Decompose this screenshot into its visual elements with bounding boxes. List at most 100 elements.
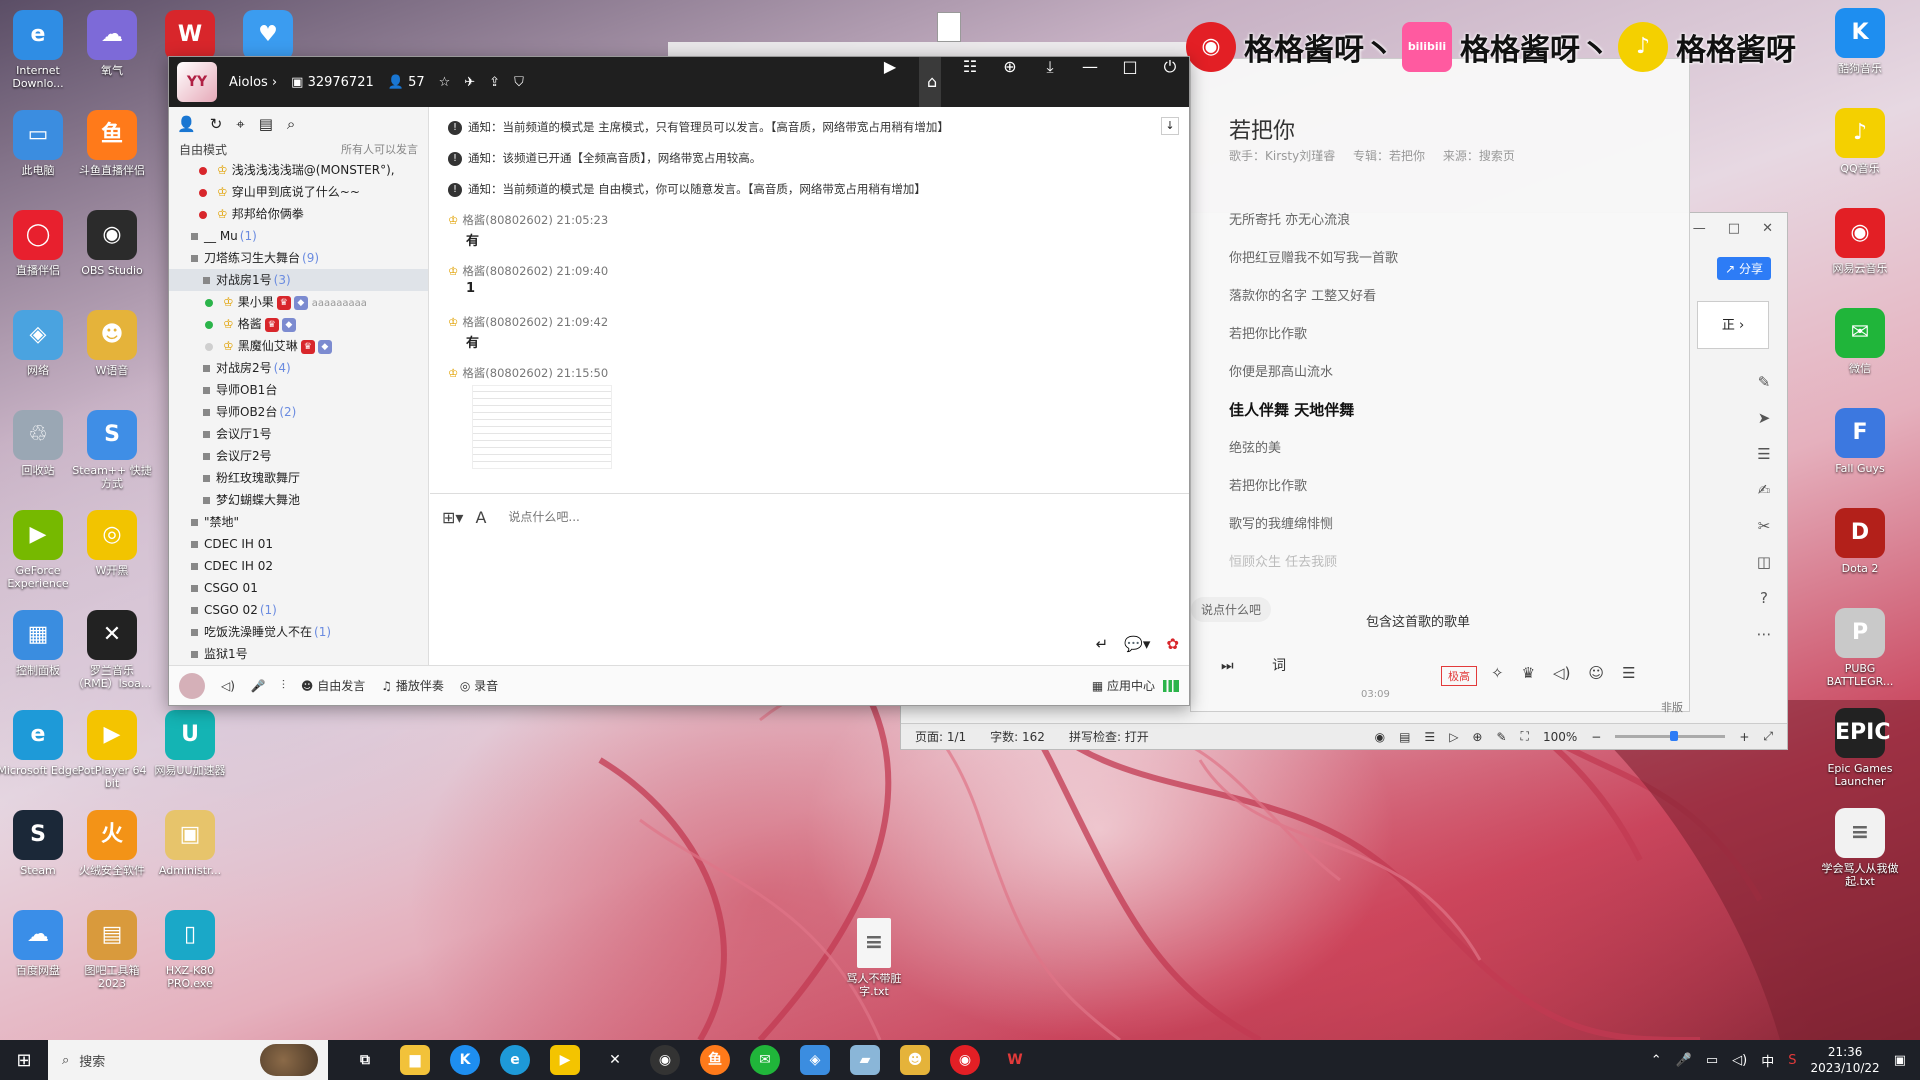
app-center-button[interactable]: ▦ 应用中心 <box>1092 677 1155 694</box>
message-sender[interactable]: 格酱(80802602) <box>462 315 553 329</box>
tree-channel[interactable]: CDEC IH 01 <box>169 533 428 555</box>
download-icon[interactable]: ⤓ <box>1039 57 1061 107</box>
zoom-in-icon[interactable]: + <box>1739 730 1749 744</box>
desktop-icon-pubg[interactable]: P PUBG BATTLEGR... <box>1818 608 1902 688</box>
lyric-button[interactable]: 词 <box>1272 658 1286 674</box>
desktop-icon-steam[interactable]: S Steam <box>0 810 80 877</box>
book-icon[interactable]: ◫ <box>1749 553 1779 571</box>
close-icon[interactable]: ✕ <box>1762 221 1773 236</box>
user-icon[interactable]: 👤 <box>177 115 196 133</box>
free-speak-button[interactable]: ☻ 自由发言 <box>301 677 365 694</box>
desktop-icon-fallguys[interactable]: F Fall Guys <box>1818 408 1902 475</box>
play-icon[interactable]: ▷ <box>1449 730 1458 744</box>
help-icon[interactable]: ? <box>1749 589 1779 607</box>
list-icon[interactable]: ☷ <box>959 57 981 107</box>
desktop-file-txt[interactable]: ≡ 骂人不带脏字.txt <box>832 918 916 998</box>
message-sender[interactable]: 格酱(80802602) <box>462 264 553 278</box>
tree-channel[interactable]: 梦幻蝴蝶大舞池 <box>169 489 428 511</box>
refresh-icon[interactable]: ↻ <box>210 115 223 133</box>
enter-icon[interactable]: ↵ <box>1096 635 1109 653</box>
desktop-icon-hxz[interactable]: ▯ HXZ-K80 PRO.exe <box>148 910 232 990</box>
maximize-icon[interactable]: □ <box>1728 221 1740 236</box>
share-button[interactable]: ↗ 分享 <box>1717 257 1771 280</box>
song-singer[interactable]: 歌手：Kirsty刘瑾睿 <box>1229 149 1335 163</box>
fit-icon[interactable]: ⛶ <box>1521 729 1529 744</box>
more-icon[interactable]: ⋯ <box>1749 625 1779 643</box>
zoom-slider[interactable] <box>1615 731 1726 741</box>
tree-channel[interactable]: CSGO 01 <box>169 577 428 599</box>
fullscreen-icon[interactable]: ⤢ <box>1763 729 1773 744</box>
home-icon[interactable]: ⌂ <box>919 57 941 107</box>
desktop-icon-ie[interactable]: e Internet Downlo... <box>0 10 80 90</box>
desktop-icon-qqmusic[interactable]: ♪ QQ音乐 <box>1818 108 1902 175</box>
message-sender[interactable]: 格酱(80802602) <box>462 366 553 380</box>
vip-icon[interactable]: ♛ <box>1522 664 1535 682</box>
desktop-icon-douyu[interactable]: 鱼斗鱼直播伴侣 <box>70 110 154 177</box>
tree-channel[interactable]: 会议厅1号 <box>169 423 428 445</box>
desktop-icon-weather[interactable]: ☁ 氧气 <box>70 10 154 77</box>
taskbar-search[interactable]: ⌕ 搜索 <box>48 1040 328 1080</box>
tree-channel[interactable]: 刀塔练习生大舞台 (9) <box>169 247 428 269</box>
search-icon[interactable]: ⌕ <box>287 115 295 133</box>
tree-user[interactable]: ♔ 黑魔仙艾琳 ♛ ◆ <box>169 335 428 357</box>
avatar[interactable] <box>179 672 205 699</box>
maximize-icon[interactable]: □ <box>1119 57 1141 107</box>
notification-icon[interactable]: ▣ <box>1894 1053 1906 1068</box>
tree-channel[interactable]: 对战房1号 (3) <box>169 269 428 291</box>
playlist-link[interactable]: 包含这首歌的歌单 <box>1366 611 1470 630</box>
chevron-up-icon[interactable]: ⌃ <box>1651 1053 1662 1068</box>
web-icon[interactable]: ⊕ <box>1472 730 1482 744</box>
desktop-icon-obs[interactable]: ◉ OBS Studio <box>70 210 154 277</box>
edit-icon[interactable]: ✎ <box>1749 373 1779 391</box>
sign-icon[interactable]: ✍ <box>1749 481 1779 499</box>
power-icon[interactable]: ⏻ <box>1159 57 1181 107</box>
record-button[interactable]: ◎ 录音 <box>460 677 498 694</box>
video-icon[interactable]: ▶ <box>879 57 901 107</box>
explorer-icon[interactable]: ▆ <box>400 1045 430 1075</box>
douyu-icon[interactable]: 鱼 <box>700 1045 730 1075</box>
wechat-icon[interactable]: ✉ <box>750 1045 780 1075</box>
comment-input[interactable]: 说点什么吧 <box>1191 597 1272 622</box>
tree-channel[interactable]: CDEC IH 02 <box>169 555 428 577</box>
desktop-icon-live[interactable]: ◯ 直播伴侣 <box>0 210 80 277</box>
desktop-icon-network[interactable]: ◈ 网络 <box>0 310 80 377</box>
tree-channel[interactable]: 导师OB2台 (2) <box>169 401 428 423</box>
tree-user[interactable]: ♔ 邦邦给你俩拳 <box>169 203 428 225</box>
hyper-icon[interactable]: ✕ <box>600 1045 630 1075</box>
desktop-icon-huorong[interactable]: 火火绒安全软件 <box>70 810 154 877</box>
tree-channel[interactable]: 监狱1号 <box>169 643 428 665</box>
wvoice-icon[interactable]: ☻ <box>900 1045 930 1075</box>
desktop-icon-pc[interactable]: ▭ 此电脑 <box>0 110 80 177</box>
location-icon[interactable]: ⌖ <box>236 115 244 133</box>
tree-channel[interactable]: "禁地" <box>169 511 428 533</box>
gamepad-icon[interactable]: ⊕ <box>999 57 1021 107</box>
outline-icon[interactable]: ☰ <box>1424 730 1435 744</box>
clock[interactable]: 21:36 2023/10/22 <box>1811 1044 1880 1076</box>
volume-tray-icon[interactable]: ◁) <box>1732 1053 1747 1068</box>
pen-icon[interactable]: ✎ <box>1496 730 1506 744</box>
channel-name[interactable]: Aiolos › <box>229 75 277 90</box>
speaker-icon[interactable]: ◁) <box>221 679 235 693</box>
scroll-down-icon[interactable]: ↓ <box>1161 117 1179 135</box>
windows-start-icon[interactable]: ⊞ <box>0 1050 48 1071</box>
tree-channel[interactable]: 会议厅2号 <box>169 445 428 467</box>
desktop-icon-wechat[interactable]: ✉ 微信 <box>1818 308 1902 375</box>
listen-together-icon[interactable]: ☺ <box>1588 664 1604 682</box>
board-icon[interactable]: ▤ <box>259 115 273 133</box>
desktop-icon-netease[interactable]: ◉ 网易云音乐 <box>1818 208 1902 275</box>
sogou-icon[interactable]: S <box>1788 1053 1796 1068</box>
pointer-icon[interactable]: ➤ <box>1749 409 1779 427</box>
document-file-icon[interactable] <box>937 12 961 42</box>
flower-icon[interactable]: ✿ <box>1166 635 1179 653</box>
music-player-window[interactable]: 若把你 歌手：Kirsty刘瑾睿 专辑：若把你 来源：搜索页 无所寄托 亦无心流… <box>1190 58 1690 714</box>
tree-channel[interactable]: 吃饭洗澡睡觉人不在 (1) <box>169 621 428 643</box>
task-view-icon[interactable]: ⧉ <box>350 1045 380 1075</box>
notes-icon[interactable]: ▰ <box>850 1045 880 1075</box>
image-message-thumbnail[interactable] <box>472 385 612 469</box>
zoom-level[interactable]: 100% <box>1543 730 1577 744</box>
share-icon[interactable]: ⇪ <box>489 75 500 90</box>
store-icon[interactable]: ◈ <box>800 1045 830 1075</box>
message-sender[interactable]: 格酱(80802602) <box>462 213 553 227</box>
desktop-icon-txt[interactable]: ≡ 学会骂人从我做起.txt <box>1818 808 1902 888</box>
channel-logo[interactable]: YY <box>177 62 217 102</box>
